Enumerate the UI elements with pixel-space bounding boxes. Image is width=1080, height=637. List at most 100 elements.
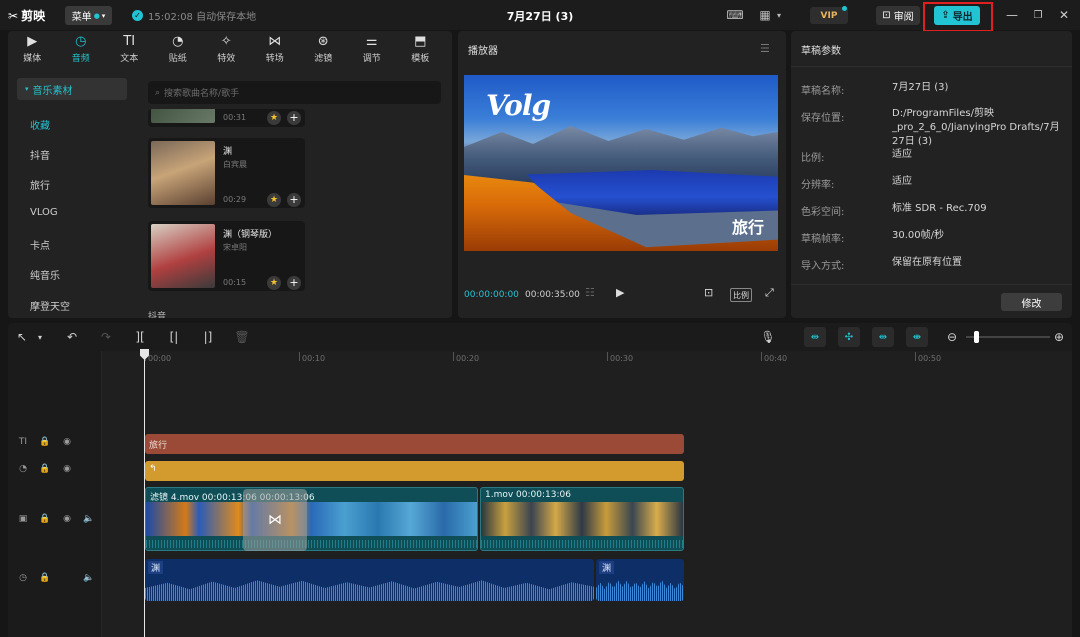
split-icon[interactable]: ][: [132, 329, 148, 345]
template-icon: ⬒: [414, 33, 427, 49]
nav-item-travel[interactable]: 旅行: [30, 177, 50, 192]
video-clip[interactable]: 1.mov 00:00:13:06: [480, 487, 684, 551]
restore-icon[interactable]: ❐: [1028, 6, 1048, 24]
transition-marker-icon[interactable]: ⋈: [243, 489, 307, 551]
tab-media[interactable]: ▶ 媒体: [8, 31, 57, 67]
audio-clip[interactable]: 渊: [596, 559, 684, 601]
tab-sticker[interactable]: ◔ 贴纸: [154, 31, 203, 67]
lock-icon[interactable]: 🔒: [38, 437, 52, 447]
zoom-out-icon[interactable]: ⊖: [944, 329, 960, 345]
lock-icon[interactable]: 🔒: [38, 573, 52, 583]
add-track-button[interactable]: +: [287, 276, 301, 290]
text-clip[interactable]: 旅行: [145, 434, 684, 454]
linkage-icon[interactable]: ⇹: [872, 327, 894, 347]
save-status-text: 15:02:08 自动保存本地: [148, 12, 257, 23]
close-icon[interactable]: ✕: [1054, 6, 1074, 24]
tab-label: 转场: [265, 53, 284, 64]
speaker-icon[interactable]: 🔈: [82, 573, 96, 583]
cursor-mode-chevron-icon[interactable]: ▾: [32, 329, 48, 345]
export-button[interactable]: ⇪ 导出: [934, 6, 980, 25]
waveform-toggle-icon[interactable]: ☷: [585, 286, 595, 299]
menu-chevron-icon: ▾: [101, 11, 106, 20]
add-track-button[interactable]: +: [287, 111, 301, 125]
playhead[interactable]: [144, 349, 145, 637]
eye-icon[interactable]: ◉: [60, 514, 74, 524]
zoom-in-icon[interactable]: ⊕: [1051, 329, 1067, 345]
tab-adjust[interactable]: ⚌ 调节: [348, 31, 397, 67]
preview-title-overlay: Volg: [486, 89, 551, 122]
nav-item-favorites[interactable]: 收藏: [30, 117, 50, 132]
select-cursor-icon[interactable]: ↖: [14, 329, 30, 345]
fullscreen-crop-icon[interactable]: ⊡: [704, 286, 713, 299]
zoom-slider-handle[interactable]: [974, 331, 979, 343]
preview-axis-icon[interactable]: ⇼: [906, 327, 928, 347]
redo-icon[interactable]: ↷: [98, 329, 114, 345]
trim-right-icon[interactable]: |]: [200, 329, 216, 345]
time-ruler[interactable]: 00:00 00:10 00:20 00:30 00:40 00:50: [102, 351, 1072, 365]
favorite-icon[interactable]: ★: [267, 276, 281, 290]
tab-audio[interactable]: ◷ 音频: [57, 31, 106, 67]
auto-snap-icon[interactable]: ✣: [838, 327, 860, 347]
nav-item-music-library[interactable]: ▾ 音乐素材: [17, 78, 127, 100]
video-clip[interactable]: 滤镜 4.mov 00:00:13:06 00:00:13:06: [145, 487, 478, 551]
tab-template[interactable]: ⬒ 模板: [396, 31, 445, 67]
favorite-icon[interactable]: ★: [267, 111, 281, 125]
nav-item-pure-music[interactable]: 纯音乐: [30, 267, 60, 282]
lock-icon[interactable]: 🔒: [38, 464, 52, 474]
nav-item-beat[interactable]: 卡点: [30, 237, 50, 252]
speaker-icon[interactable]: 🔈: [82, 514, 96, 524]
param-value-color-space: 标准 SDR - Rec.709: [892, 203, 987, 214]
vip-notification-dot: [842, 6, 847, 11]
modify-button[interactable]: 修改: [1001, 293, 1062, 311]
delete-icon[interactable]: 🗑: [234, 329, 250, 345]
layout-chevron-icon[interactable]: ▾: [774, 7, 784, 23]
undo-icon[interactable]: ↶: [64, 329, 80, 345]
ruler-tick: [607, 352, 608, 361]
microphone-icon[interactable]: 🎙: [760, 329, 776, 345]
video-preview[interactable]: Volg 旅行: [464, 75, 778, 251]
effect-clip[interactable]: ↰: [145, 461, 684, 481]
video-thumbnails: [146, 502, 477, 536]
minimize-icon[interactable]: —: [1002, 6, 1022, 24]
track-card[interactable]: 00:31 ★ +: [148, 109, 305, 127]
nav-item-douyin[interactable]: 抖音: [30, 147, 50, 162]
search-input[interactable]: ⌕ 搜索歌曲名称/歌手: [148, 81, 441, 104]
video-track-controls: ▣ 🔒 ◉ 🔈: [16, 514, 96, 524]
nav-item-vlog[interactable]: VLOG: [30, 207, 58, 218]
play-icon[interactable]: ▶: [616, 286, 624, 299]
ratio-button[interactable]: 比例: [730, 288, 752, 302]
video-audio-wave: [146, 540, 477, 548]
lock-icon[interactable]: 🔒: [38, 514, 52, 524]
export-icon: ⇪: [941, 10, 950, 21]
keyboard-icon[interactable]: ⌨: [726, 7, 744, 23]
audio-clip[interactable]: 渊: [145, 559, 594, 601]
tab-effects[interactable]: ✧ 特效: [202, 31, 251, 67]
eye-icon[interactable]: ◉: [60, 464, 74, 474]
track-card[interactable]: 渊（钢琴版） 宋卓阳 00:15 ★ +: [148, 221, 305, 291]
eye-icon[interactable]: ◉: [60, 437, 74, 447]
tab-label: 文本: [120, 53, 139, 64]
save-status: ✓ 15:02:08 自动保存本地: [132, 8, 256, 23]
tab-transition[interactable]: ⋈ 转场: [251, 31, 300, 67]
tab-label: 音频: [71, 53, 90, 64]
tab-text[interactable]: TI 文本: [105, 31, 154, 67]
menu-button[interactable]: 菜单 ● ▾: [65, 6, 112, 25]
hamburger-menu-icon[interactable]: ☰: [760, 42, 770, 55]
trim-left-icon[interactable]: [|: [166, 329, 182, 345]
layout-icon[interactable]: ▦: [756, 7, 774, 23]
track-card[interactable]: 渊 白宾晨 00:29 ★ +: [148, 138, 305, 208]
main-track-magnet-icon[interactable]: ⇹: [804, 327, 826, 347]
ruler-tick: [915, 352, 916, 361]
param-label: 色彩空间:: [801, 207, 845, 218]
nav-item-modern-sky[interactable]: 摩登天空: [30, 298, 70, 313]
review-button[interactable]: ⊡ 审阅: [876, 6, 920, 25]
current-time: 00:00:00:00: [464, 290, 519, 300]
caret-down-icon: ▾: [25, 85, 29, 93]
tab-filter[interactable]: ⊛ 滤镜: [299, 31, 348, 67]
param-label: 草稿帧率:: [801, 234, 845, 245]
expand-icon[interactable]: ⤢: [765, 286, 774, 300]
add-track-button[interactable]: +: [287, 193, 301, 207]
favorite-icon[interactable]: ★: [267, 193, 281, 207]
tab-label: 模板: [411, 53, 430, 64]
text-icon: TI: [123, 33, 136, 49]
